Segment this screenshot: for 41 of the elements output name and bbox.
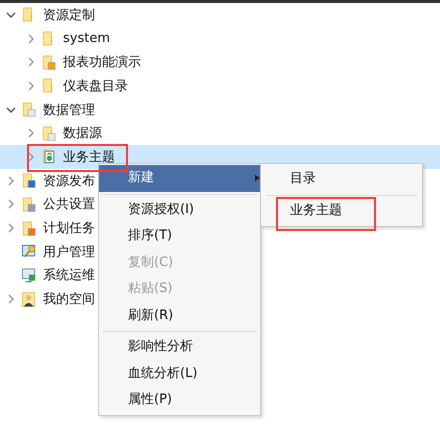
expand-icon[interactable] [26, 34, 36, 44]
tree-item[interactable]: system [63, 31, 110, 46]
expand-icon[interactable] [26, 152, 36, 162]
expand-icon[interactable] [6, 223, 16, 234]
tree-item[interactable]: 资源发布 [43, 172, 95, 190]
expand-icon[interactable] [6, 294, 16, 304]
tree-item[interactable]: 仪表盘目录 [63, 76, 128, 95]
expand-icon[interactable] [26, 80, 36, 91]
menu-item[interactable]: 排序(T) [99, 223, 260, 250]
menu-item[interactable]: 资源授权(I) [99, 196, 260, 223]
tree-item[interactable]: 数据源 [63, 124, 102, 142]
menu-item[interactable]: 影响性分析 [99, 334, 260, 360]
tree-item[interactable]: 数据管理 [43, 100, 95, 119]
folder-icon [22, 220, 36, 237]
folder-icon [22, 172, 36, 190]
tree-item[interactable]: 资源定制 [43, 6, 95, 24]
folder-icon [42, 54, 56, 71]
tree-item[interactable]: 我的空间 [43, 290, 95, 308]
menu-item[interactable]: 新建 [99, 165, 260, 192]
tree-item[interactable]: 业务主题 [63, 148, 115, 166]
expand-icon[interactable] [26, 57, 36, 68]
tree-item[interactable]: 公共设置 [43, 195, 95, 214]
menu-item[interactable]: 血统分析(L) [99, 360, 260, 387]
folder-icon [22, 101, 36, 118]
folder-icon [42, 124, 56, 142]
menu-item[interactable]: 目录 [263, 166, 420, 192]
menu-item[interactable]: 属性(P) [99, 387, 260, 414]
tree-item[interactable]: 计划任务 [43, 219, 95, 238]
tree-item[interactable]: 用户管理 [43, 242, 95, 261]
collapse-icon[interactable] [6, 10, 16, 20]
tree-item[interactable]: 报表功能演示 [63, 53, 141, 72]
menu-item[interactable]: 刷新(R) [99, 302, 260, 329]
collapse-icon[interactable] [6, 104, 16, 115]
person-icon [22, 290, 36, 308]
monitor-icon [22, 266, 36, 284]
expand-icon[interactable] [26, 128, 36, 138]
expand-icon[interactable] [6, 176, 16, 186]
folder-icon [22, 196, 36, 213]
menu-item[interactable]: 业务主题 [263, 198, 420, 224]
expand-icon[interactable] [6, 199, 16, 210]
tree-item[interactable]: 系统运维 [43, 266, 95, 284]
